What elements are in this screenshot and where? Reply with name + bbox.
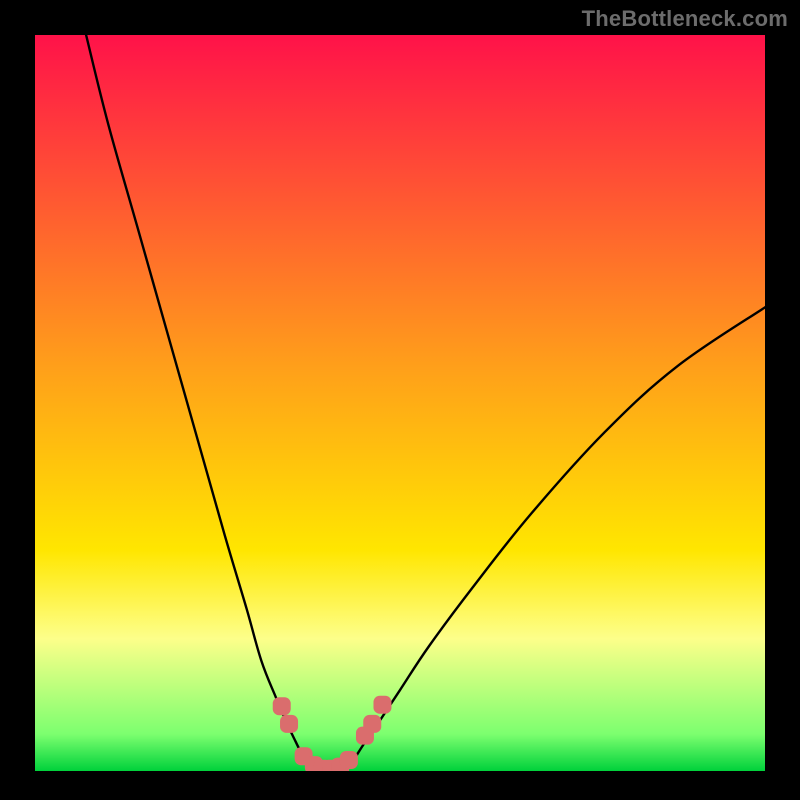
scatter-marker bbox=[280, 715, 298, 733]
bottleneck-curve-chart bbox=[0, 0, 800, 800]
chart-frame: { "watermark": { "text": "TheBottleneck.… bbox=[0, 0, 800, 800]
gradient-background bbox=[35, 35, 765, 771]
scatter-marker bbox=[273, 697, 291, 715]
scatter-marker bbox=[340, 751, 358, 769]
scatter-marker bbox=[373, 696, 391, 714]
scatter-marker bbox=[363, 715, 381, 733]
watermark-text: TheBottleneck.com bbox=[582, 6, 788, 32]
